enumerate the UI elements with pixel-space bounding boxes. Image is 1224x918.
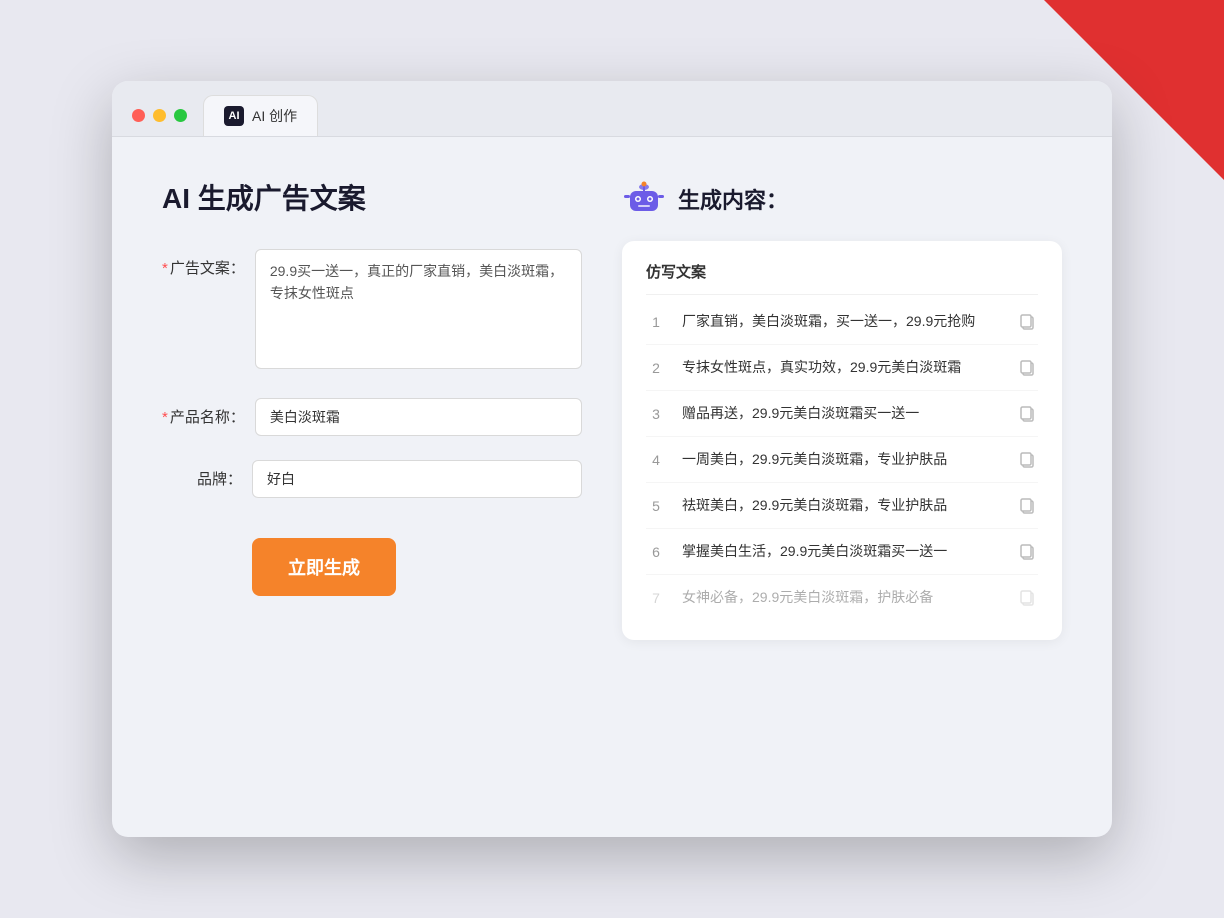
right-panel: 生成内容： 仿写文案 1 厂家直销，美白淡斑霜，买一送一，29.9元抢购 2 专… <box>622 177 1062 797</box>
tab-icon: AI <box>224 106 244 126</box>
brand-input-wrap <box>252 460 582 498</box>
brand-input[interactable] <box>252 460 582 498</box>
generate-button[interactable]: 立即生成 <box>252 538 396 596</box>
result-num: 4 <box>646 452 666 468</box>
copy-icon[interactable] <box>1018 358 1038 378</box>
result-text: 厂家直销，美白淡斑霜，买一送一，29.9元抢购 <box>682 311 1002 332</box>
copy-icon[interactable] <box>1018 404 1038 424</box>
ad-copy-field-group: 广告文案： 29.9买一送一，真正的厂家直销，美白淡斑霜，专抹女性斑点 <box>162 249 582 374</box>
list-item: 6 掌握美白生活，29.9元美白淡斑霜买一送一 <box>646 529 1038 575</box>
result-title: 生成内容： <box>678 183 788 215</box>
product-name-input-wrap <box>255 398 582 436</box>
browser-window: AI AI 创作 AI 生成广告文案 广告文案： 29.9买一送一，真正的厂家直… <box>112 81 1112 837</box>
copy-icon[interactable] <box>1018 450 1038 470</box>
list-item: 5 祛斑美白，29.9元美白淡斑霜，专业护肤品 <box>646 483 1038 529</box>
product-name-input[interactable] <box>255 398 582 436</box>
ad-copy-textarea[interactable]: 29.9买一送一，真正的厂家直销，美白淡斑霜，专抹女性斑点 <box>255 249 582 369</box>
ad-copy-label: 广告文案： <box>162 249 245 278</box>
title-bar: AI AI 创作 <box>112 81 1112 137</box>
copy-icon[interactable] <box>1018 588 1038 608</box>
copy-icon[interactable] <box>1018 312 1038 332</box>
content-area: AI 生成广告文案 广告文案： 29.9买一送一，真正的厂家直销，美白淡斑霜，专… <box>112 137 1112 837</box>
ai-creation-tab[interactable]: AI AI 创作 <box>203 95 318 136</box>
copy-icon[interactable] <box>1018 542 1038 562</box>
result-text: 祛斑美白，29.9元美白淡斑霜，专业护肤品 <box>682 495 1002 516</box>
result-card: 仿写文案 1 厂家直销，美白淡斑霜，买一送一，29.9元抢购 2 专抹女性斑点，… <box>622 241 1062 640</box>
product-name-field-group: 产品名称： <box>162 398 582 436</box>
robot-icon <box>622 177 666 221</box>
list-item: 1 厂家直销，美白淡斑霜，买一送一，29.9元抢购 <box>646 299 1038 345</box>
close-button[interactable] <box>132 109 145 122</box>
result-header: 生成内容： <box>622 177 1062 221</box>
left-panel: AI 生成广告文案 广告文案： 29.9买一送一，真正的厂家直销，美白淡斑霜，专… <box>162 177 582 797</box>
result-text: 女神必备，29.9元美白淡斑霜，护肤必备 <box>682 587 1002 608</box>
brand-label: 品牌： <box>162 460 242 489</box>
list-item: 2 专抹女性斑点，真实功效，29.9元美白淡斑霜 <box>646 345 1038 391</box>
list-item: 3 赠品再送，29.9元美白淡斑霜买一送一 <box>646 391 1038 437</box>
list-item: 7 女神必备，29.9元美白淡斑霜，护肤必备 <box>646 575 1038 620</box>
result-text: 一周美白，29.9元美白淡斑霜，专业护肤品 <box>682 449 1002 470</box>
result-num: 6 <box>646 544 666 560</box>
result-num: 1 <box>646 314 666 330</box>
brand-field-group: 品牌： <box>162 460 582 498</box>
minimize-button[interactable] <box>153 109 166 122</box>
result-num: 2 <box>646 360 666 376</box>
result-text: 专抹女性斑点，真实功效，29.9元美白淡斑霜 <box>682 357 1002 378</box>
window-controls <box>132 109 187 136</box>
result-num: 5 <box>646 498 666 514</box>
result-num: 7 <box>646 590 666 606</box>
result-num: 3 <box>646 406 666 422</box>
result-card-header: 仿写文案 <box>646 261 1038 295</box>
copy-icon[interactable] <box>1018 496 1038 516</box>
ad-copy-input-wrap: 29.9买一送一，真正的厂家直销，美白淡斑霜，专抹女性斑点 <box>255 249 582 374</box>
page-title: AI 生成广告文案 <box>162 177 582 217</box>
tab-label: AI 创作 <box>252 106 297 126</box>
result-text: 掌握美白生活，29.9元美白淡斑霜买一送一 <box>682 541 1002 562</box>
result-text: 赠品再送，29.9元美白淡斑霜买一送一 <box>682 403 1002 424</box>
product-name-label: 产品名称： <box>162 398 245 427</box>
maximize-button[interactable] <box>174 109 187 122</box>
list-item: 4 一周美白，29.9元美白淡斑霜，专业护肤品 <box>646 437 1038 483</box>
